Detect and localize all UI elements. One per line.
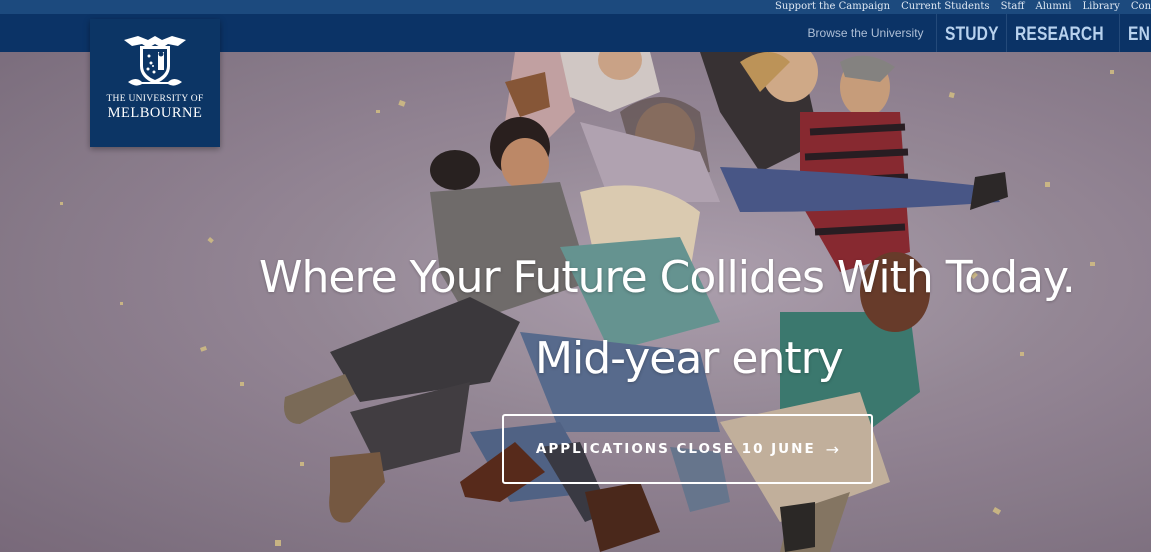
hero-subheadline: Mid-year entry [535, 333, 844, 384]
utility-link-current-students[interactable]: Current Students [901, 0, 989, 14]
hero-headline: Where Your Future Collides With Today. [259, 252, 1076, 303]
arrow-right-icon: → [825, 439, 840, 459]
cta-label: APPLICATIONS CLOSE 10 JUNE [535, 441, 816, 457]
university-crest-icon [124, 36, 186, 86]
utility-nav: Support the Campaign Current Students St… [0, 0, 1151, 14]
applications-cta-button[interactable]: APPLICATIONS CLOSE 10 JUNE → [502, 414, 873, 484]
university-logo[interactable]: THE UNIVERSITY OF MELBOURNE [90, 19, 220, 147]
logo-line-2: MELBOURNE [107, 105, 203, 121]
nav-link-engage[interactable]: EN [1119, 14, 1150, 52]
utility-link-staff[interactable]: Staff [1001, 0, 1025, 14]
logo-line-1: THE UNIVERSITY OF [106, 94, 204, 104]
utility-link-alumni[interactable]: Alumni [1036, 0, 1072, 14]
nav-link-research[interactable]: RESEARCH [1005, 14, 1104, 52]
browse-label: Browse the University [807, 26, 924, 40]
nav-link-study[interactable]: STUDY [935, 14, 999, 52]
utility-link-library[interactable]: Library [1082, 0, 1119, 14]
utility-link-contact[interactable]: Conta [1131, 0, 1151, 14]
utility-link-support[interactable]: Support the Campaign [775, 0, 890, 14]
